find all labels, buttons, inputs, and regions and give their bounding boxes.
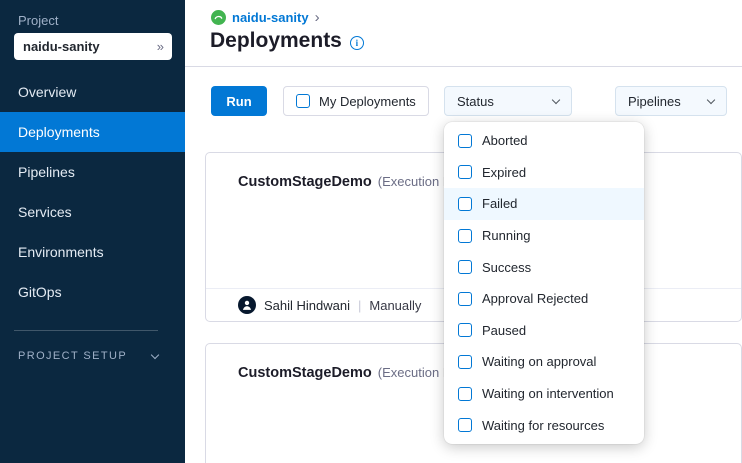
- status-option-paused[interactable]: Paused: [444, 315, 644, 347]
- checkbox-icon[interactable]: [458, 197, 472, 211]
- chevron-down-icon: [707, 95, 715, 103]
- sidebar-nav: Overview Deployments Pipelines Services …: [0, 72, 185, 312]
- status-filter-menu: Aborted Expired Failed Running Success A…: [444, 122, 644, 444]
- breadcrumb-chevron-icon: ›: [315, 10, 320, 25]
- checkbox-icon[interactable]: [458, 387, 472, 401]
- status-option-label: Paused: [482, 323, 526, 338]
- status-option-label: Waiting on approval: [482, 354, 596, 369]
- trigger-type: Manually: [369, 298, 421, 313]
- sidebar-item-pipelines[interactable]: Pipelines: [0, 152, 185, 192]
- status-option-label: Waiting for resources: [482, 418, 604, 433]
- execution-id-text: (Execution Id: [378, 174, 454, 189]
- checkbox-icon[interactable]: [458, 292, 472, 306]
- status-option-label: Success: [482, 260, 531, 275]
- sidebar-item-label: Deployments: [18, 124, 100, 140]
- my-deployments-label: My Deployments: [319, 94, 416, 109]
- status-option-aborted[interactable]: Aborted: [444, 125, 644, 157]
- checkbox-icon[interactable]: [458, 165, 472, 179]
- sidebar-item-deployments[interactable]: Deployments: [0, 112, 185, 152]
- status-option-running[interactable]: Running: [444, 220, 644, 252]
- status-option-label: Aborted: [482, 133, 528, 148]
- sidebar-item-label: Overview: [18, 84, 76, 100]
- triggered-by-name: Sahil Hindwani: [264, 298, 350, 313]
- sidebar-item-environments[interactable]: Environments: [0, 232, 185, 272]
- status-option-waiting-for-resources[interactable]: Waiting for resources: [444, 409, 644, 441]
- pipelines-filter-label: Pipelines: [628, 94, 681, 109]
- sidebar-item-services[interactable]: Services: [0, 192, 185, 232]
- status-filter-label: Status: [457, 94, 494, 109]
- status-option-label: Running: [482, 228, 530, 243]
- page-title-row: Deployments i: [210, 29, 364, 53]
- checkbox-icon[interactable]: [458, 260, 472, 274]
- breadcrumb: naidu-sanity ›: [211, 10, 320, 25]
- pipelines-filter-dropdown[interactable]: Pipelines: [615, 86, 727, 116]
- status-option-label: Failed: [482, 196, 517, 211]
- status-option-label: Waiting on intervention: [482, 386, 614, 401]
- info-icon[interactable]: i: [350, 36, 364, 50]
- app-window: Project naidu-sanity » Overview Deployme…: [0, 0, 742, 463]
- status-option-expired[interactable]: Expired: [444, 157, 644, 189]
- run-button[interactable]: Run: [211, 86, 267, 116]
- sidebar-item-label: Pipelines: [18, 164, 75, 180]
- sidebar-item-gitops[interactable]: GitOps: [0, 272, 185, 312]
- status-filter-dropdown[interactable]: Status: [444, 86, 572, 116]
- checkbox-icon[interactable]: [458, 134, 472, 148]
- status-option-waiting-on-approval[interactable]: Waiting on approval: [444, 346, 644, 378]
- status-option-success[interactable]: Success: [444, 251, 644, 283]
- checkbox-icon[interactable]: [458, 355, 472, 369]
- status-option-label: Expired: [482, 165, 526, 180]
- project-setup-label: PROJECT SETUP: [18, 350, 127, 362]
- execution-id-text: (Execution Id: [378, 365, 454, 380]
- my-deployments-checkbox[interactable]: [296, 94, 310, 108]
- page-title: Deployments: [210, 29, 342, 53]
- project-avatar-icon: [211, 10, 226, 25]
- status-option-failed[interactable]: Failed: [444, 188, 644, 220]
- project-selector[interactable]: naidu-sanity »: [14, 33, 172, 60]
- chevron-down-icon: [151, 350, 159, 358]
- pipeline-name: CustomStageDemo: [238, 174, 372, 190]
- status-option-approval-rejected[interactable]: Approval Rejected: [444, 283, 644, 315]
- footer-separator: |: [358, 298, 361, 313]
- status-option-waiting-on-intervention[interactable]: Waiting on intervention: [444, 378, 644, 410]
- sidebar-item-overview[interactable]: Overview: [0, 72, 185, 112]
- checkbox-icon[interactable]: [458, 229, 472, 243]
- sidebar-item-label: GitOps: [18, 284, 62, 300]
- sidebar: Project naidu-sanity » Overview Deployme…: [0, 0, 185, 463]
- chevron-down-icon: [552, 95, 560, 103]
- header-divider: [185, 66, 742, 67]
- project-label: Project: [18, 13, 58, 28]
- status-option-label: Approval Rejected: [482, 291, 588, 306]
- expand-project-selector-icon[interactable]: »: [157, 39, 163, 54]
- my-deployments-filter[interactable]: My Deployments: [283, 86, 429, 116]
- sidebar-item-label: Services: [18, 204, 72, 220]
- project-setup-toggle[interactable]: PROJECT SETUP: [18, 350, 158, 362]
- pipeline-name: CustomStageDemo: [238, 365, 372, 381]
- checkbox-icon[interactable]: [458, 323, 472, 337]
- user-avatar-icon: [238, 296, 256, 314]
- checkbox-icon[interactable]: [458, 418, 472, 432]
- project-selector-value: naidu-sanity: [23, 39, 100, 54]
- sidebar-item-label: Environments: [18, 244, 104, 260]
- breadcrumb-project-link[interactable]: naidu-sanity: [232, 10, 309, 25]
- sidebar-divider: [14, 330, 158, 331]
